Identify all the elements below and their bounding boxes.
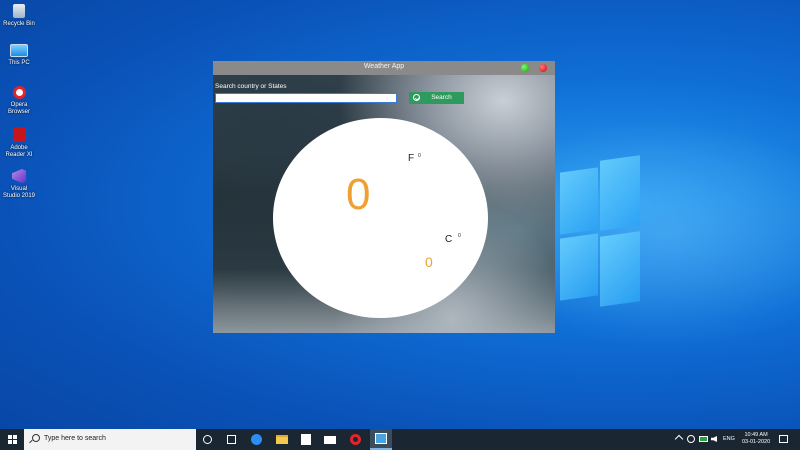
desktop-icon-this-pc[interactable]: This PC <box>2 44 36 67</box>
taskbar-weather-app[interactable] <box>370 429 392 450</box>
recycle-bin-icon <box>13 4 25 18</box>
search-input[interactable] <box>215 93 397 103</box>
clock-date: 03-01-2020 <box>742 439 771 445</box>
weather-app-window: Weather App Search country or States Sea… <box>213 61 555 333</box>
start-button[interactable] <box>0 429 24 450</box>
desktop-icon-opera[interactable]: Opera Browser <box>2 86 36 116</box>
taskbar: Type here to search ENG 10:49 AM 03-01-2… <box>0 429 800 450</box>
action-center-icon[interactable] <box>227 435 236 444</box>
desktop-icon-label: Adobe Reader XI <box>5 145 33 158</box>
clock-time: 10:49 AM <box>744 432 768 438</box>
visual-studio-icon <box>12 169 26 183</box>
edge-icon[interactable] <box>251 434 262 445</box>
opera-icon <box>12 86 26 99</box>
temperature-secondary-value: 0 <box>425 254 433 270</box>
language-indicator[interactable]: ENG <box>723 436 735 442</box>
temperature-main-value: 0 <box>346 170 371 219</box>
desktop-icon-label: Visual Studio 2019 <box>2 186 36 199</box>
search-label: Search country or States <box>215 83 287 90</box>
minimize-button[interactable] <box>521 64 529 72</box>
weather-display-circle: 0 F 0 C 0 0 <box>273 118 488 318</box>
file-explorer-icon[interactable] <box>276 435 288 444</box>
desktop-icon-label: This PC <box>8 60 30 66</box>
taskbar-search-box[interactable]: Type here to search <box>24 429 196 450</box>
check-circle-icon <box>413 94 420 101</box>
mail-icon[interactable] <box>324 436 336 444</box>
close-button[interactable] <box>539 64 547 72</box>
taskbar-search-placeholder: Type here to search <box>44 435 106 442</box>
notification-icon[interactable] <box>779 435 788 443</box>
celsius-degree: 0 <box>458 233 461 239</box>
fahrenheit-unit: F <box>408 153 415 164</box>
windows-logo-wallpaper <box>556 155 644 310</box>
chevron-up-icon[interactable] <box>674 434 684 444</box>
window-title: Weather App <box>363 63 405 70</box>
window-titlebar[interactable]: Weather App <box>213 61 555 75</box>
taskbar-clock[interactable]: 10:49 AM 03-01-2020 <box>742 432 770 446</box>
desktop-icon-visual-studio[interactable]: Visual Studio 2019 <box>2 169 36 200</box>
opera-icon[interactable] <box>350 434 361 445</box>
computer-icon <box>10 44 28 57</box>
network-icon[interactable] <box>687 435 695 443</box>
battery-icon[interactable] <box>699 436 708 442</box>
window-content: Search country or States Search 0 F 0 C … <box>213 75 555 333</box>
desktop-icon-label: Opera Browser <box>7 102 30 115</box>
desktop-icon-adobe-reader[interactable]: Adobe Reader XI <box>2 127 36 159</box>
search-button[interactable]: Search <box>409 92 464 104</box>
volume-icon[interactable] <box>711 436 717 442</box>
search-button-label: Search <box>431 94 452 101</box>
search-icon <box>32 434 40 442</box>
pdf-icon <box>12 127 26 142</box>
celsius-unit: C <box>445 234 453 245</box>
task-view-icon[interactable] <box>203 435 212 444</box>
store-icon[interactable] <box>301 434 311 445</box>
desktop-icon-label: Recycle Bin <box>3 21 35 27</box>
weather-app-icon <box>375 433 387 444</box>
fahrenheit-degree: 0 <box>418 153 421 159</box>
desktop-icon-recycle-bin[interactable]: Recycle Bin <box>2 4 36 28</box>
windows-logo-icon <box>8 435 17 444</box>
